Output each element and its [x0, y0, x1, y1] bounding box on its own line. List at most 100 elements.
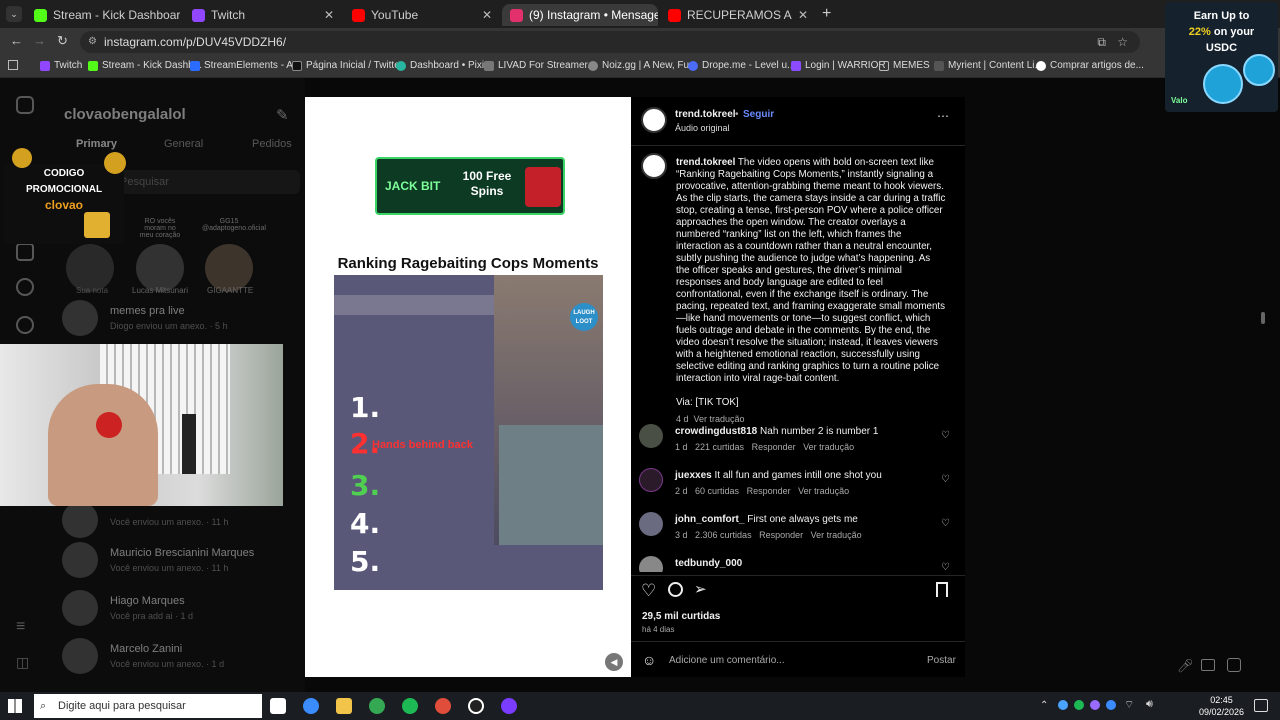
- comment-likes[interactable]: 2.306 curtidas: [695, 530, 752, 540]
- notifications-icon[interactable]: [1254, 699, 1268, 712]
- discord-icon[interactable]: [501, 698, 517, 714]
- thread-item[interactable]: Hiago Marques Você pra add ai · 1 d: [62, 590, 193, 626]
- thread-item[interactable]: Você enviou um anexo. · 11 h: [62, 502, 228, 538]
- bookmark-noiz[interactable]: Noiz.gg | A New, Fu...: [588, 60, 697, 71]
- chevron-up-icon[interactable]: ⌃: [1040, 700, 1048, 711]
- tab-kick[interactable]: Stream - Kick Dashboard✕: [26, 4, 180, 26]
- audio-label[interactable]: Áudio original: [675, 123, 730, 133]
- bookmark-kick[interactable]: Stream - Kick Dashb...: [88, 60, 202, 71]
- bookmark-warrior[interactable]: Login | WARRIOR: [791, 60, 886, 71]
- avatar[interactable]: [639, 424, 663, 448]
- tab-twitch[interactable]: Twitch ✕: [184, 4, 342, 26]
- bookmark-star-icon[interactable]: ☆: [1117, 31, 1128, 53]
- bluetooth-icon[interactable]: [1106, 700, 1116, 710]
- thread-item[interactable]: memes pra live Diogo enviou um anexo. · 5…: [62, 300, 228, 336]
- chrome-profile-icon[interactable]: [435, 698, 451, 714]
- save-bookmark-icon[interactable]: [936, 582, 948, 597]
- volume-icon[interactable]: 🔊︎: [1146, 698, 1153, 711]
- tray-icon[interactable]: [1074, 700, 1084, 710]
- translate-link[interactable]: Ver tradução: [811, 530, 862, 540]
- avatar[interactable]: [205, 244, 253, 292]
- bookmark-twitch[interactable]: Twitch: [40, 60, 82, 71]
- bookmark-google[interactable]: Comprar artigos de...: [1036, 60, 1144, 71]
- caption-author[interactable]: trend.tokreel: [676, 157, 735, 168]
- tab-youtube-2[interactable]: RECUPERAMOS A BOLA... FEAT✕: [660, 4, 816, 26]
- image-icon[interactable]: [1201, 659, 1215, 671]
- close-icon[interactable]: ✕: [318, 8, 334, 22]
- usdc-ad[interactable]: Earn Up to 22% on your USDC Valo: [1165, 2, 1278, 112]
- thread-item[interactable]: Marcelo Zanini Você enviou um anexo. · 1 …: [62, 638, 224, 674]
- translate-link[interactable]: Ver tradução: [694, 414, 745, 424]
- avatar[interactable]: [639, 556, 663, 572]
- file-explorer-icon[interactable]: [336, 698, 352, 714]
- more-options-icon[interactable]: ⋯: [937, 109, 949, 123]
- comment-input[interactable]: Adicione um comentário...: [669, 655, 785, 666]
- avatar[interactable]: [639, 512, 663, 536]
- tab-youtube[interactable]: YouTube ✕: [344, 4, 500, 26]
- jackbit-ad[interactable]: JACK BIT 100 Free Spins: [375, 157, 565, 215]
- bookmark-twitter[interactable]: Página Inicial / Twitter: [292, 60, 403, 71]
- menu-icon[interactable]: ≡: [16, 618, 25, 636]
- apps-grid-icon[interactable]: [8, 60, 18, 70]
- bookmark-livad[interactable]: LIVAD For Streamer...: [484, 60, 596, 71]
- thread-item[interactable]: Mauricio Brescianini Marques Você enviou …: [62, 542, 254, 578]
- comment-user[interactable]: crowdingdust818: [675, 426, 757, 437]
- task-view-icon[interactable]: [270, 698, 286, 714]
- install-icon[interactable]: ⧉: [1097, 31, 1106, 53]
- back-icon[interactable]: ←: [10, 33, 23, 48]
- mic-icon[interactable]: 🎤︎: [1177, 658, 1194, 674]
- translate-link[interactable]: Ver tradução: [798, 486, 849, 496]
- comment-user[interactable]: john_comfort_: [675, 514, 744, 525]
- close-icon[interactable]: ✕: [476, 8, 492, 22]
- taskbar-search-input[interactable]: ⌕ Digite aqui para pesquisar: [34, 694, 262, 718]
- comment-icon[interactable]: [668, 582, 683, 597]
- reload-icon[interactable]: ↻: [57, 33, 68, 49]
- bookmark-drope[interactable]: Drope.me - Level u...: [688, 60, 795, 71]
- explore-icon[interactable]: [16, 278, 34, 296]
- avatar[interactable]: [66, 244, 114, 292]
- bookmark-pixie[interactable]: Dashboard • Pixie: [396, 60, 490, 71]
- tray-icon[interactable]: [1058, 700, 1068, 710]
- spotify-icon[interactable]: [402, 698, 418, 714]
- search-icon[interactable]: [16, 316, 34, 334]
- forward-icon[interactable]: →: [33, 33, 46, 48]
- tab-search-icon[interactable]: ⌄: [6, 6, 22, 22]
- follow-button[interactable]: Seguir: [743, 109, 774, 120]
- scrollbar-thumb[interactable]: [1261, 312, 1265, 324]
- tab-instagram[interactable]: (9) Instagram • Mensagens✕: [502, 4, 658, 26]
- reply-button[interactable]: Responder: [759, 530, 803, 540]
- avatar[interactable]: [641, 153, 667, 179]
- reply-button[interactable]: Responder: [752, 442, 796, 452]
- post-button[interactable]: Postar: [927, 655, 956, 666]
- like-heart-icon[interactable]: ♡: [941, 430, 951, 441]
- dm-search-input[interactable]: Pesquisar: [110, 170, 300, 194]
- dm-username[interactable]: clovaobengalalol: [64, 106, 186, 123]
- reels-icon[interactable]: [16, 243, 34, 261]
- clock[interactable]: 02:45 09/02/2026: [1199, 694, 1244, 718]
- bookmark-myrient[interactable]: Myrient | Content Li...: [934, 60, 1043, 71]
- translate-link[interactable]: Ver tradução: [803, 442, 854, 452]
- share-icon[interactable]: ➢: [694, 580, 707, 598]
- instagram-icon[interactable]: [16, 96, 34, 114]
- compose-icon[interactable]: ✎: [276, 106, 289, 124]
- comment-user[interactable]: tedbundy_000: [675, 558, 742, 569]
- new-tab-icon[interactable]: +: [822, 5, 831, 23]
- avatar[interactable]: [136, 244, 184, 292]
- close-icon[interactable]: ✕: [792, 8, 808, 22]
- like-heart-icon[interactable]: ♡: [941, 474, 951, 485]
- copilot-icon[interactable]: [303, 698, 319, 714]
- avatar[interactable]: [639, 468, 663, 492]
- like-icon[interactable]: ♡: [641, 581, 656, 601]
- tab-requests[interactable]: Pedidos: [252, 138, 292, 150]
- site-info-icon[interactable]: ⚙: [88, 31, 97, 53]
- like-heart-icon[interactable]: ♡: [941, 562, 951, 572]
- wifi-icon[interactable]: ⌔: [1124, 698, 1134, 712]
- emoji-icon[interactable]: ☺: [642, 652, 656, 668]
- tray-icon[interactable]: [1090, 700, 1100, 710]
- url-field[interactable]: ⚙ instagram.com/p/DUV45VDDZH6/ ⧉ ☆: [80, 31, 1140, 53]
- bookmark-memes[interactable]: MEMES: [879, 60, 930, 71]
- reply-button[interactable]: Responder: [747, 486, 791, 496]
- tab-general[interactable]: General: [164, 138, 203, 150]
- comment-likes[interactable]: 221 curtidas: [695, 442, 744, 452]
- windows-start-icon[interactable]: [8, 699, 22, 713]
